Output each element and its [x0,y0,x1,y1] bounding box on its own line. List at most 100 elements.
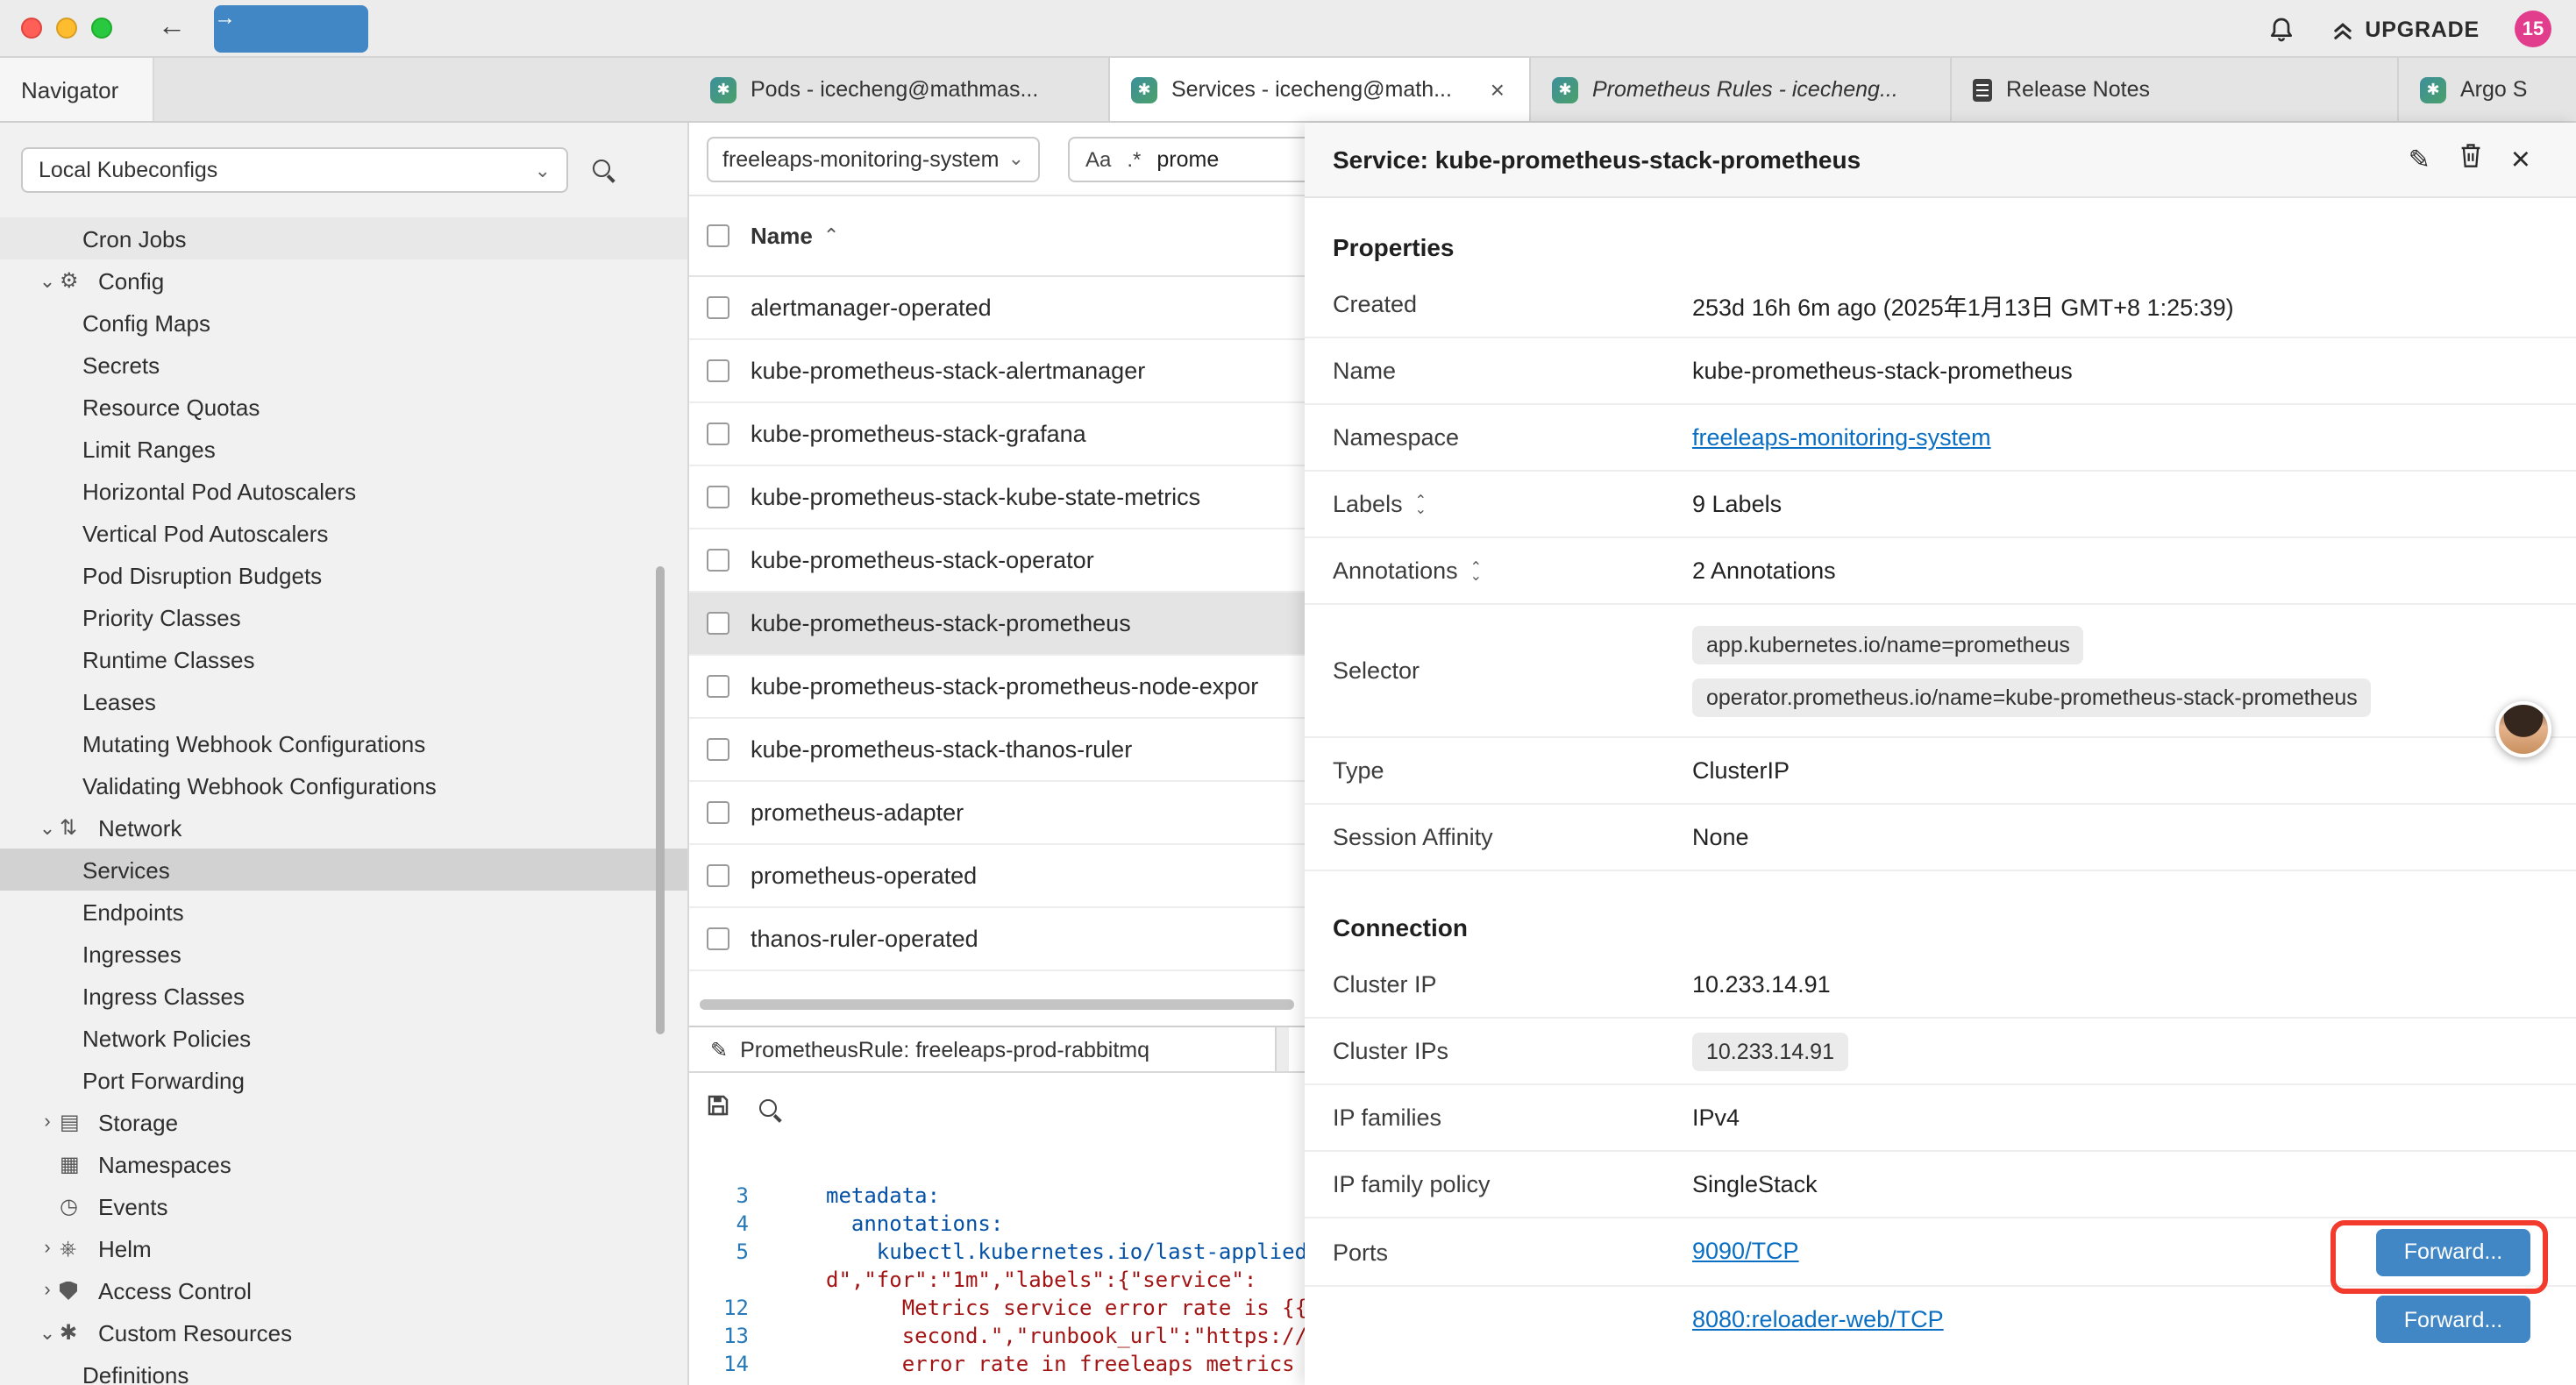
table-row[interactable]: kube-prometheus-stack-alertmanager [689,340,1305,403]
yaml-editor[interactable]: 3 metadata: 4 annotations: 5 kubectl.kub… [689,1147,1305,1385]
sidebar-item[interactable]: Leases [0,680,687,722]
created-label: Created [1333,291,1692,317]
port-link-8080[interactable]: 8080:reloader-web/TCP [1692,1305,1944,1332]
sidebar-item[interactable]: Endpoints [0,891,687,933]
app-tab[interactable]: ✱ Pods - icecheng@mathmas... [689,58,1110,121]
forward-button[interactable]: → [214,4,368,52]
app-tab[interactable]: ✱ Prometheus Rules - icecheng... [1531,58,1952,121]
regex-toggle[interactable]: .* [1127,146,1141,171]
expander-icon[interactable]: ⌄ [35,269,60,292]
save-icon[interactable] [705,1092,731,1127]
edit-icon[interactable]: ✎ [2409,144,2430,175]
table-row[interactable]: kube-prometheus-stack-prometheus [689,593,1305,656]
sidebar-item[interactable]: Priority Classes [0,596,687,638]
sidebar-item[interactable]: Mutating Webhook Configurations [0,722,687,764]
app-tab[interactable]: ✱ Release Notes [1952,58,2399,121]
table-row[interactable]: kube-prometheus-stack-prometheus-node-ex… [689,656,1305,719]
sidebar-item[interactable]: Resource Quotas [0,386,687,428]
sidebar-item[interactable]: Definitions [0,1353,687,1385]
sidebar-item[interactable]: Limit Ranges [0,428,687,470]
sidebar-item[interactable]: Port Forwarding [0,1059,687,1101]
created-row: Created 253d 16h 6m ago (2025年1月13日 GMT+… [1305,272,2576,338]
select-all-checkbox[interactable] [707,224,729,247]
expand-toggle-icon[interactable]: ⌃⌄ [1415,495,1427,513]
sidebar-item[interactable]: Events [0,1185,687,1227]
dock-tab-next[interactable]: ✎ [1289,1027,1305,1071]
sidebar-item[interactable]: Runtime Classes [0,638,687,680]
table-row[interactable]: kube-prometheus-stack-grafana [689,403,1305,466]
tab-close-icon[interactable]: × [1487,75,1508,103]
row-checkbox[interactable] [707,864,729,887]
row-checkbox[interactable] [707,549,729,572]
sidebar-item[interactable]: › Access Control [0,1269,687,1311]
notification-count-badge[interactable]: 15 [2515,11,2551,47]
sidebar-item[interactable]: Vertical Pod Autoscalers [0,512,687,554]
sidebar-item[interactable]: Ingress Classes [0,975,687,1017]
row-checkbox[interactable] [707,612,729,635]
notifications-bell-icon[interactable] [2266,15,2295,43]
row-checkbox[interactable] [707,927,729,950]
row-checkbox[interactable] [707,296,729,319]
sidebar-item[interactable]: Validating Webhook Configurations [0,764,687,806]
table-row[interactable]: prometheus-adapter [689,782,1305,845]
expander-icon[interactable]: ⌄ [35,816,60,839]
row-checkbox[interactable] [707,675,729,698]
namespace-filter-dropdown[interactable]: freeleaps-monitoring-system ⌄ [707,136,1040,181]
app-tab[interactable]: ✱ Services - icecheng@math... × [1110,58,1531,121]
editor-search-icon[interactable] [759,1098,782,1121]
expander-icon[interactable]: › [35,1238,60,1259]
sidebar-item[interactable]: Namespaces [0,1143,687,1185]
namespace-link[interactable]: freeleaps-monitoring-system [1692,424,1991,451]
expand-toggle-icon[interactable]: ⌃⌄ [1470,562,1482,579]
sidebar-item[interactable]: Network Policies [0,1017,687,1059]
close-icon[interactable]: × [2511,143,2530,176]
match-case-toggle[interactable]: Aa [1085,146,1111,171]
sidebar-item[interactable]: Pod Disruption Budgets [0,554,687,596]
row-checkbox[interactable] [707,801,729,824]
upgrade-button[interactable]: UPGRADE [2330,17,2480,41]
table-row[interactable]: alertmanager-operated [689,277,1305,340]
column-header-name[interactable]: Name [751,223,813,249]
expander-icon[interactable]: ⌄ [35,1321,60,1344]
sidebar-item[interactable]: › Storage [0,1101,687,1143]
service-name: prometheus-operated [751,863,977,889]
sidebar-item[interactable]: Secrets [0,344,687,386]
table-row[interactable]: kube-prometheus-stack-kube-state-metrics [689,466,1305,529]
sidebar-search-icon[interactable] [593,159,616,181]
expander-icon[interactable]: › [35,1280,60,1301]
forward-button-9090[interactable]: Forward... [2376,1228,2530,1275]
sidebar-item[interactable]: Services [0,849,687,891]
table-row[interactable]: prometheus-operated [689,845,1305,908]
sidebar-item[interactable]: ⌄ Config [0,259,687,302]
sidebar-item[interactable]: › Helm [0,1227,687,1269]
sidebar-item[interactable]: ⌄ Custom Resources [0,1311,687,1353]
table-horizontal-scrollbar[interactable] [700,999,1294,1010]
row-checkbox[interactable] [707,359,729,382]
sidebar-scrollbar[interactable] [656,566,665,1034]
port-link-9090[interactable]: 9090/TCP [1692,1238,1799,1264]
sidebar-item[interactable]: Cron Jobs [0,217,687,259]
table-row[interactable]: thanos-ruler-operated [689,908,1305,971]
table-row[interactable]: kube-prometheus-stack-operator [689,529,1305,593]
row-checkbox[interactable] [707,738,729,761]
delete-icon[interactable] [2459,142,2483,177]
window-close-button[interactable] [21,18,42,39]
expander-icon[interactable]: › [35,1112,60,1133]
back-button[interactable]: ← [158,12,186,44]
sidebar-item[interactable]: Horizontal Pod Autoscalers [0,470,687,512]
row-checkbox[interactable] [707,486,729,508]
dock-tab-prometheusrule[interactable]: ✎ PrometheusRule: freeleaps-prod-rabbitm… [689,1027,1277,1071]
app-tab[interactable]: ✱ Argo S [2399,58,2576,121]
table-row[interactable]: kube-prometheus-stack-thanos-ruler [689,719,1305,782]
table-search-input[interactable]: Aa .* prome [1068,136,1305,181]
forward-button-8080[interactable]: Forward... [2376,1296,2530,1343]
sidebar-item-label: Cron Jobs [82,225,187,252]
window-zoom-button[interactable] [91,18,112,39]
user-avatar[interactable] [2495,701,2551,757]
kubeconfig-selector[interactable]: Local Kubeconfigs ⌄ [21,147,568,193]
sidebar-item[interactable]: Ingresses [0,933,687,975]
sidebar-item[interactable]: Config Maps [0,302,687,344]
sidebar-item[interactable]: ⌄ Network [0,806,687,849]
row-checkbox[interactable] [707,423,729,445]
window-minimize-button[interactable] [56,18,77,39]
